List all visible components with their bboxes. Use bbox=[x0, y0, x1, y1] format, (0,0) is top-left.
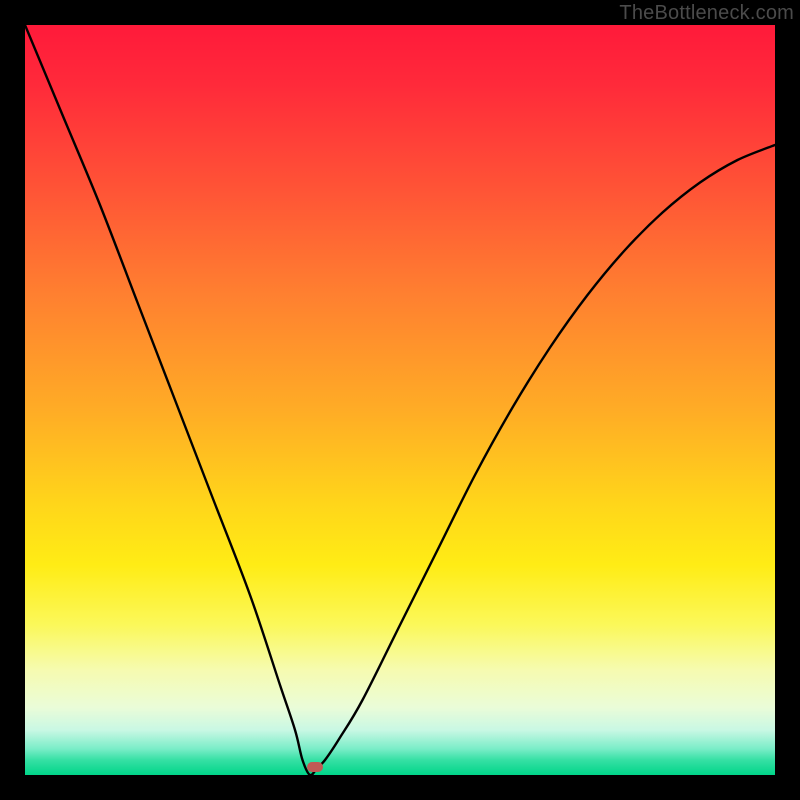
bottleneck-curve bbox=[25, 25, 775, 775]
minimum-marker bbox=[307, 762, 323, 772]
plot-frame bbox=[25, 25, 775, 775]
curve-path bbox=[25, 25, 775, 775]
watermark-text: TheBottleneck.com bbox=[619, 2, 794, 25]
